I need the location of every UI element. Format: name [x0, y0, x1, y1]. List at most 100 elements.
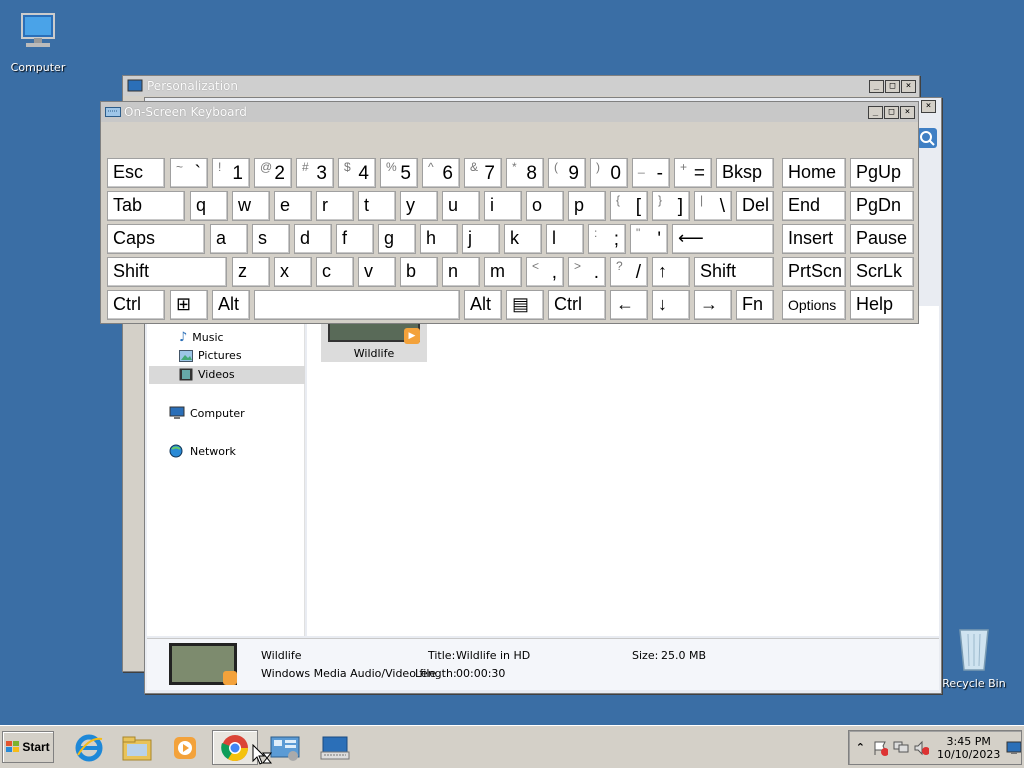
key[interactable]: Help — [850, 290, 914, 320]
key[interactable]: PgUp — [850, 158, 914, 188]
key[interactable]: o — [526, 191, 564, 221]
key[interactable]: → — [694, 290, 732, 320]
start-button[interactable]: Start — [2, 731, 54, 763]
key[interactable]: ↓ — [652, 290, 690, 320]
key[interactable]: c — [316, 257, 354, 287]
key[interactable]: $4 — [338, 158, 376, 188]
close-button[interactable]: × — [901, 79, 916, 93]
key[interactable]: l — [546, 224, 584, 254]
key[interactable]: ) 0 — [590, 158, 628, 188]
key[interactable]: ? / — [610, 257, 648, 287]
key[interactable]: ↑ — [652, 257, 690, 287]
key[interactable]: * 8 — [506, 158, 544, 188]
nav-item-network[interactable]: Network — [169, 444, 236, 458]
search-button[interactable] — [917, 128, 937, 148]
key[interactable]: PrtScn — [782, 257, 846, 287]
key[interactable]: p — [568, 191, 606, 221]
key[interactable]: u — [442, 191, 480, 221]
key[interactable]: ⊞ — [170, 290, 208, 320]
taskbar-internet-explorer[interactable] — [66, 730, 112, 765]
close-button[interactable]: × — [900, 105, 915, 119]
key[interactable]: y — [400, 191, 438, 221]
key[interactable]: Fn — [736, 290, 774, 320]
key[interactable]: ! 1 — [212, 158, 250, 188]
key[interactable]: Caps — [107, 224, 205, 254]
key[interactable]: " ' — [630, 224, 668, 254]
nav-item-music[interactable]: ♪ Music — [179, 330, 224, 345]
key[interactable] — [254, 290, 460, 320]
volume-muted-icon[interactable] — [913, 740, 929, 756]
key[interactable]: z — [232, 257, 270, 287]
key[interactable]: Bksp — [716, 158, 774, 188]
key[interactable]: s — [252, 224, 290, 254]
key[interactable]: Options — [782, 290, 846, 320]
key[interactable]: Tab — [107, 191, 185, 221]
key[interactable]: & 7 — [464, 158, 502, 188]
key[interactable]: :; — [588, 224, 626, 254]
taskbar-on-screen-keyboard[interactable] — [312, 730, 358, 765]
key[interactable]: Insert — [782, 224, 846, 254]
key[interactable]: % 5 — [380, 158, 418, 188]
key[interactable]: @2 — [254, 158, 292, 188]
key[interactable]: #3 — [296, 158, 334, 188]
key[interactable]: k — [504, 224, 542, 254]
key[interactable]: r — [316, 191, 354, 221]
minimize-button[interactable]: _ — [868, 105, 883, 119]
key[interactable]: }] — [652, 191, 690, 221]
show-desktop-icon[interactable] — [1006, 741, 1022, 755]
key[interactable]: f — [336, 224, 374, 254]
key[interactable]: ScrLk — [850, 257, 914, 287]
key[interactable]: Shift — [694, 257, 774, 287]
key[interactable]: b — [400, 257, 438, 287]
key[interactable]: d — [294, 224, 332, 254]
osk-titlebar[interactable]: On-Screen Keyboard _ □ × — [101, 102, 918, 122]
key[interactable]: Ctrl — [548, 290, 606, 320]
key[interactable]: _ - — [632, 158, 670, 188]
key[interactable]: m — [484, 257, 522, 287]
key[interactable]: ^ 6 — [422, 158, 460, 188]
maximize-button[interactable]: □ — [884, 105, 899, 119]
key[interactable]: v — [358, 257, 396, 287]
key[interactable]: Alt — [212, 290, 250, 320]
key[interactable]: >. — [568, 257, 606, 287]
network-status-icon[interactable] — [892, 740, 909, 756]
minimize-button[interactable]: _ — [869, 79, 884, 93]
taskbar-media-player[interactable] — [162, 730, 208, 765]
key[interactable]: {[ — [610, 191, 648, 221]
personalization-titlebar[interactable]: Personalization _ □ × — [123, 76, 919, 96]
key[interactable]: q — [190, 191, 228, 221]
show-hidden-icons-button[interactable]: ⌃ — [853, 741, 868, 754]
on-screen-keyboard-window[interactable]: On-Screen Keyboard _ □ × Esc ~ `! 1 @2 #3 $4% 5… — [100, 101, 919, 324]
key[interactable]: ~ ` — [170, 158, 208, 188]
key[interactable]: <, — [526, 257, 564, 287]
key[interactable]: Del — [736, 191, 774, 221]
key[interactable]: + = — [674, 158, 712, 188]
key[interactable]: End — [782, 191, 846, 221]
key[interactable]: i — [484, 191, 522, 221]
key[interactable]: e — [274, 191, 312, 221]
key[interactable]: Pause — [850, 224, 914, 254]
nav-item-videos[interactable]: Videos — [179, 368, 235, 381]
key[interactable]: n — [442, 257, 480, 287]
maximize-button[interactable]: □ — [885, 79, 900, 93]
key[interactable]: Ctrl — [107, 290, 165, 320]
key[interactable]: w — [232, 191, 270, 221]
key[interactable]: | \ — [694, 191, 732, 221]
nav-item-pictures[interactable]: Pictures — [179, 349, 242, 362]
key[interactable]: Alt — [464, 290, 502, 320]
close-button[interactable]: × — [921, 100, 936, 113]
key[interactable]: h — [420, 224, 458, 254]
key[interactable]: ← — [610, 290, 648, 320]
key[interactable]: j — [462, 224, 500, 254]
key[interactable]: t — [358, 191, 396, 221]
action-center-flag-icon[interactable] — [872, 740, 889, 756]
nav-item-computer[interactable]: Computer — [169, 406, 245, 420]
key[interactable]: ▤ — [506, 290, 544, 320]
clock[interactable]: 3:45 PM 10/10/2023 — [937, 735, 1000, 761]
key[interactable]: x — [274, 257, 312, 287]
key[interactable]: g — [378, 224, 416, 254]
key[interactable]: (9 — [548, 158, 586, 188]
taskbar-file-explorer[interactable] — [114, 730, 160, 765]
desktop-icon-computer[interactable]: Computer — [0, 8, 76, 74]
key[interactable]: PgDn — [850, 191, 914, 221]
